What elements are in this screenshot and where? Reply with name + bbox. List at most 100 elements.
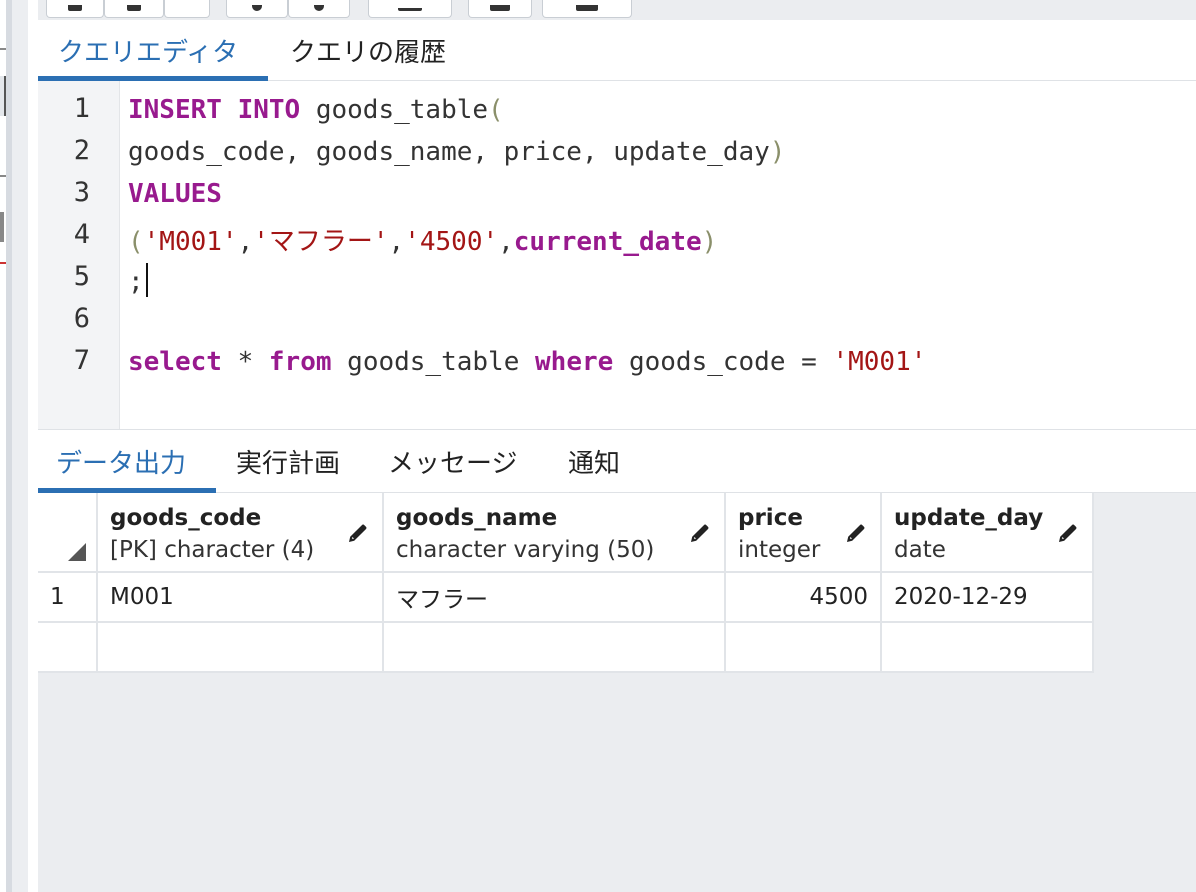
sql-keyword: where <box>535 347 614 377</box>
select-all-corner[interactable] <box>38 493 98 573</box>
sql-text: * <box>221 347 269 377</box>
panel-tick <box>0 212 4 242</box>
line-number: 2 <box>73 135 90 166</box>
result-grid: goods_code [PK] character (4) goods_name… <box>38 493 1196 892</box>
text-cursor <box>145 263 148 297</box>
toolbar-save-dropdown[interactable] <box>164 0 210 18</box>
toolbar-edit-button[interactable] <box>226 0 288 18</box>
query-tab-bar: クエリエディタ クエリの履歴 <box>38 20 1196 81</box>
save-icon <box>127 5 141 11</box>
line-number: 5 <box>73 261 90 292</box>
column-type: [PK] character (4) <box>110 537 315 563</box>
output-tab-bar: データ出力 実行計画 メッセージ 通知 <box>38 429 1196 493</box>
line-number: 6 <box>73 303 90 334</box>
code-line-3[interactable]: VALUES <box>128 179 222 209</box>
tab-data-output[interactable]: データ出力 <box>38 430 216 493</box>
toolbar-filter-button[interactable] <box>288 0 350 18</box>
grid-cell-empty[interactable] <box>384 623 726 673</box>
code-line-7[interactable]: select * from goods_table where goods_co… <box>128 347 926 377</box>
tab-query-history[interactable]: クエリの履歴 <box>270 20 466 80</box>
sql-comma: , <box>237 227 254 257</box>
tab-messages[interactable]: メッセージ <box>370 430 535 492</box>
tab-label: 実行計画 <box>236 448 341 479</box>
line-number: 1 <box>73 93 90 124</box>
column-name: price <box>738 505 803 531</box>
explain-icon <box>576 5 598 11</box>
sql-string: '4500' <box>404 227 499 257</box>
grid-cell-goods-code[interactable]: M001 <box>98 573 384 623</box>
tab-query-editor[interactable]: クエリエディタ <box>38 20 268 81</box>
pencil-icon[interactable] <box>844 521 868 545</box>
row-number[interactable] <box>38 623 98 673</box>
column-name: update_day <box>894 505 1044 531</box>
sql-paren: ) <box>701 227 718 257</box>
column-header[interactable]: goods_code [PK] character (4) <box>98 493 384 573</box>
pencil-icon[interactable] <box>346 521 370 545</box>
sql-paren: ( <box>488 95 504 125</box>
column-type: integer <box>738 537 821 563</box>
folder-icon <box>68 5 82 11</box>
limit-icon <box>398 8 422 11</box>
sql-string: 'M001' <box>143 227 238 257</box>
grid-cell-update-day[interactable]: 2020-12-29 <box>882 573 1094 623</box>
column-type: character varying (50) <box>396 537 655 563</box>
pencil-icon[interactable] <box>1056 521 1080 545</box>
table-row-empty[interactable] <box>38 623 1094 673</box>
tab-explain[interactable]: 実行計画 <box>218 430 358 492</box>
stop-icon <box>490 5 510 11</box>
sql-semicolon: ; <box>128 267 144 297</box>
column-name: goods_code <box>110 505 262 531</box>
line-number: 3 <box>73 177 90 208</box>
query-toolbar <box>38 0 1196 20</box>
tab-label: クエリの履歴 <box>290 37 447 68</box>
grid-header-row: goods_code [PK] character (4) goods_name… <box>38 493 1094 573</box>
sql-comma: , <box>388 227 405 257</box>
sql-comma: , <box>498 227 514 257</box>
code-line-2[interactable]: goods_code, goods_name, price, update_da… <box>128 137 785 167</box>
panel-tick <box>0 262 6 264</box>
table-row[interactable]: 1 M001 マフラー 4500 2020-12-29 <box>38 573 1094 623</box>
line-number: 4 <box>73 219 90 250</box>
panel-scrollbar[interactable] <box>12 0 28 892</box>
sql-keyword: INSERT INTO <box>128 95 301 125</box>
line-number-gutter: 1 2 3 4 5 6 7 <box>38 81 120 429</box>
panel-tick <box>0 175 6 177</box>
tab-notifications[interactable]: 通知 <box>550 430 638 492</box>
sql-keyword: select <box>128 347 222 377</box>
toolbar-stop-button[interactable] <box>468 0 532 18</box>
panel-selected-item[interactable] <box>0 76 6 116</box>
tab-label: データ出力 <box>56 448 187 479</box>
grid-cell-empty[interactable] <box>98 623 384 673</box>
grid-cell-goods-name[interactable]: マフラー <box>384 573 726 623</box>
filter-icon <box>314 5 324 11</box>
sql-keyword: VALUES <box>128 179 222 209</box>
toolbar-explain-button[interactable] <box>542 0 632 18</box>
code-line-4[interactable]: ('M001','マフラー','4500',current_date) <box>128 221 717 258</box>
column-header[interactable]: update_day date <box>882 493 1094 573</box>
row-number[interactable]: 1 <box>38 573 98 623</box>
column-type: date <box>894 537 946 563</box>
sql-editor[interactable]: 1 2 3 4 5 6 7 INSERT INTO goods_table( g… <box>38 81 1196 429</box>
sql-text: goods_code = <box>613 347 833 377</box>
grid-cell-empty[interactable] <box>882 623 1094 673</box>
pencil-icon[interactable] <box>688 521 712 545</box>
left-browser-panel <box>0 0 38 892</box>
tab-label: メッセージ <box>388 448 518 479</box>
sql-keyword: current_date <box>513 227 702 257</box>
panel-tick <box>0 48 6 50</box>
sql-paren: ) <box>769 137 786 167</box>
toolbar-open-button[interactable] <box>46 0 104 18</box>
column-name: goods_name <box>396 505 558 531</box>
column-header[interactable]: price integer <box>726 493 882 573</box>
code-line-1[interactable]: INSERT INTO goods_table( <box>128 95 504 125</box>
toolbar-limit-select[interactable] <box>368 0 452 18</box>
toolbar-save-button[interactable] <box>104 0 164 18</box>
grid-cell-empty[interactable] <box>726 623 882 673</box>
code-line-5[interactable]: ; <box>128 263 148 297</box>
column-header[interactable]: goods_name character varying (50) <box>384 493 726 573</box>
sql-string: 'M001' <box>832 347 927 377</box>
line-number: 7 <box>73 345 90 376</box>
sql-paren: ( <box>128 227 144 257</box>
tab-label: クエリエディタ <box>58 37 239 68</box>
grid-cell-price[interactable]: 4500 <box>726 573 882 623</box>
